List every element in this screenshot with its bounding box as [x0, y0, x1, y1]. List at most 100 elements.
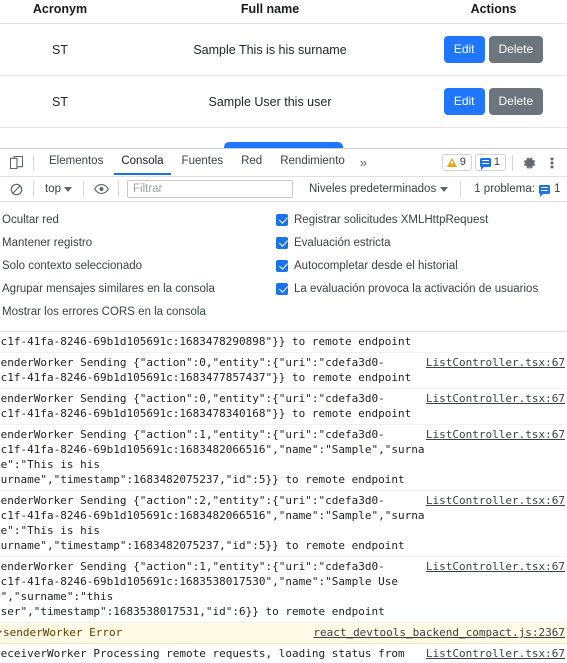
console-filter-input[interactable] — [127, 180, 293, 198]
toolbar-divider — [83, 181, 84, 197]
checkbox-icon[interactable] — [276, 282, 288, 295]
tab-consola[interactable]: Consola — [114, 150, 171, 175]
column-header-actions: Actions — [420, 0, 567, 24]
warnings-badge[interactable]: 9 — [441, 154, 472, 171]
cell-fullname: Sample User this user — [120, 75, 420, 128]
console-log-list[interactable]: 3c1f-41fa-8246-69b1d105691c:168347829089… — [0, 332, 567, 663]
message-bubble-icon — [479, 157, 491, 170]
checkbox-icon[interactable] — [276, 236, 288, 249]
more-options-icon[interactable] — [541, 152, 563, 174]
cell-acronym: ST — [0, 75, 120, 128]
console-log-row[interactable]: senderWorker Sending {"action":1,"entity… — [0, 425, 567, 491]
setting-log-xhr[interactable]: Registrar solicitudes XMLHttpRequest — [274, 208, 567, 231]
log-source-link[interactable]: ListController.tsx:67 — [426, 391, 567, 406]
edit-button[interactable]: Edit — [443, 36, 485, 63]
cell-acronym: ST — [0, 23, 120, 76]
console-log-row[interactable]: senderWorker Sending {"action":0,"entity… — [0, 389, 567, 425]
console-log-row[interactable]: senderWorker Sending {"action":0,"entity… — [0, 353, 567, 389]
clear-console-icon[interactable] — [5, 178, 27, 200]
setting-eager-evaluation[interactable]: Evaluación estricta — [274, 231, 567, 254]
message-bubble-icon — [538, 184, 550, 197]
create-new-user-button[interactable]: Create new user — [223, 142, 344, 148]
more-tabs-icon[interactable]: » — [354, 155, 373, 170]
create-user-area: Create new user — [0, 128, 567, 148]
setting-autocomplete-from-history[interactable]: Autocompletar desde el historial — [274, 254, 567, 277]
toolbar-divider — [33, 154, 34, 171]
delete-button[interactable]: Delete — [488, 88, 544, 115]
table-row: ST Sample User this user Edit Delete — [0, 75, 567, 128]
table-row: ST Sample This is his surname Edit Delete — [0, 23, 567, 76]
setting-label: Registrar solicitudes XMLHttpRequest — [294, 213, 489, 226]
checkbox-icon[interactable] — [276, 259, 288, 272]
log-source-link[interactable]: react_devtools_backend_compact.js:2367 — [313, 625, 567, 640]
console-log-row[interactable]: 3c1f-41fa-8246-69b1d105691c:168347829089… — [0, 332, 567, 353]
table-body: ST Sample This is his surname Edit Delete… — [0, 23, 567, 128]
tab-elementos[interactable]: Elementos — [42, 150, 110, 175]
setting-label: Mantener registro — [2, 236, 93, 249]
setting-evaluation-triggers-user-activation[interactable]: La evaluación provoca la activación de u… — [274, 277, 567, 300]
setting-label: La evaluación provoca la activación de u… — [294, 282, 539, 295]
table-header: Acronym Full name Actions — [0, 0, 567, 24]
log-source-link[interactable]: ListController.tsx:67 — [426, 646, 567, 661]
execution-context-value: top — [45, 183, 61, 195]
toolbar-divider — [460, 181, 462, 197]
log-message: senderWorker Error — [3, 626, 123, 639]
setting-show-cors-errors[interactable]: Mostrar los errores CORS en la consola — [0, 300, 274, 323]
toolbar-divider — [33, 181, 34, 197]
console-log-row[interactable]: senderWorker Sending {"action":2,"entity… — [0, 491, 567, 557]
setting-group-similar[interactable]: Agrupar mensajes similares en la consola — [0, 277, 274, 300]
log-levels-value: Niveles predeterminados — [309, 183, 437, 195]
devtools-tabbar: Elementos Consola Fuentes Red Rendimient… — [0, 149, 567, 177]
setting-label: Ocultar red — [2, 213, 59, 226]
log-message: senderWorker Sending {"action":2,"entity… — [0, 494, 425, 552]
console-toolbar: top Niveles predeterminados 1 problema: … — [0, 177, 567, 202]
console-settings-pane: Ocultar red Mantener registro Solo conte… — [0, 202, 567, 332]
setting-selected-context-only[interactable]: Solo contexto seleccionado — [0, 254, 274, 277]
messages-count: 1 — [493, 156, 500, 168]
delete-button[interactable]: Delete — [488, 36, 544, 63]
tab-fuentes[interactable]: Fuentes — [175, 150, 231, 175]
edit-button[interactable]: Edit — [443, 88, 485, 115]
setting-hide-network[interactable]: Ocultar red — [0, 208, 274, 231]
log-message: senderWorker Sending {"action":1,"entity… — [0, 428, 425, 486]
toolbar-divider — [512, 154, 513, 171]
setting-preserve-log[interactable]: Mantener registro — [0, 231, 274, 254]
console-settings-left-column: Ocultar red Mantener registro Solo conte… — [0, 208, 274, 323]
messages-badge[interactable]: 1 — [474, 154, 506, 171]
console-settings-right-column: Registrar solicitudes XMLHttpRequest Eva… — [274, 208, 567, 323]
column-header-acronym: Acronym — [0, 0, 120, 24]
setting-label: Evaluación estricta — [294, 236, 391, 249]
table-header-row: Acronym Full name Actions — [0, 0, 567, 24]
checkbox-icon[interactable] — [276, 213, 288, 226]
log-source-link[interactable]: ListController.tsx:67 — [426, 427, 567, 442]
console-log-row[interactable]: receiverWorker Processing remote request… — [0, 644, 567, 663]
log-message: senderWorker Sending {"action":1,"entity… — [0, 560, 398, 618]
live-expression-icon[interactable] — [90, 178, 112, 200]
log-levels-selector[interactable]: Niveles predeterminados — [303, 181, 454, 197]
issues-button[interactable]: 1 problema: 1 — [467, 181, 567, 197]
console-error-row[interactable]: ▸ senderWorker Error react_devtools_back… — [0, 623, 567, 644]
tab-red[interactable]: Red — [234, 150, 269, 175]
warnings-count: 9 — [459, 156, 466, 168]
users-table: Acronym Full name Actions ST Sample This… — [0, 0, 567, 128]
log-message: 3c1f-41fa-8246-69b1d105691c:168347829089… — [0, 335, 412, 348]
warning-triangle-icon — [446, 157, 457, 167]
devtools-panel: Elementos Consola Fuentes Red Rendimient… — [0, 148, 567, 663]
execution-context-selector[interactable]: top — [40, 181, 77, 197]
cell-actions: Edit Delete — [420, 75, 567, 128]
log-source-link[interactable]: ListController.tsx:67 — [426, 493, 567, 508]
log-message: receiverWorker Processing remote request… — [0, 647, 405, 663]
issues-count: 1 — [553, 183, 561, 195]
toolbar-divider — [118, 181, 119, 197]
gear-icon[interactable] — [519, 152, 541, 174]
setting-label: Autocompletar desde el historial — [294, 259, 458, 272]
setting-label: Agrupar mensajes similares en la consola — [2, 282, 215, 295]
issues-label: 1 problema: — [474, 183, 535, 195]
console-log-row[interactable]: senderWorker Sending {"action":1,"entity… — [0, 557, 567, 623]
log-source-link[interactable]: ListController.tsx:67 — [426, 559, 567, 574]
setting-label: Solo contexto seleccionado — [2, 259, 143, 272]
chevron-down-icon — [64, 186, 72, 192]
device-toolbar-icon[interactable] — [5, 152, 27, 174]
log-source-link[interactable]: ListController.tsx:67 — [426, 355, 567, 370]
tab-rendimiento[interactable]: Rendimiento — [273, 150, 352, 175]
